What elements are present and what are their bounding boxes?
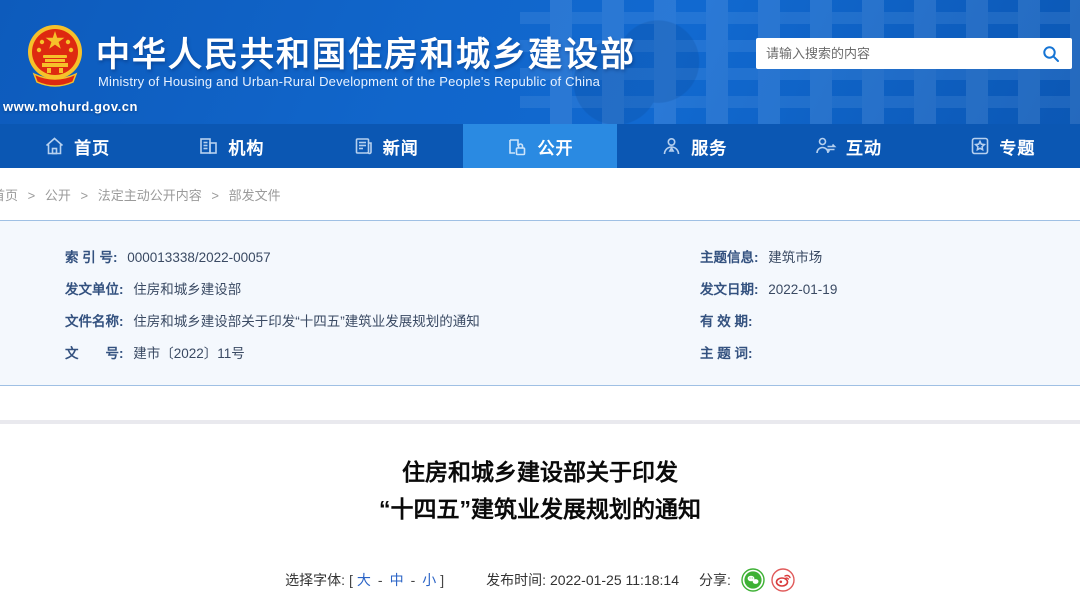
meta-row-issue-date: 发文日期: 2022-01-19 [700, 274, 1080, 306]
home-icon [46, 137, 64, 155]
meta-label: 有 效 期: [700, 314, 753, 329]
nav-item-home[interactable]: 首页 [0, 124, 154, 168]
news-icon [355, 138, 372, 155]
nav-item-service[interactable]: 服务 [617, 124, 771, 168]
article-section: 住房和城乡建设部关于印发 “十四五”建筑业发展规划的通知 选择字体: [ 大 -… [0, 454, 1080, 592]
meta-value: 000013338/2022-00057 [127, 250, 271, 265]
meta-label: 索 引 号: [65, 250, 118, 265]
share-icons [741, 568, 795, 592]
meta-value: 2022-01-19 [768, 282, 838, 297]
main-nav: 首页 机构 新闻 公开 服务 互动 专题 [0, 124, 1080, 168]
nav-label: 专题 [999, 138, 1036, 158]
nav-label: 新闻 [382, 138, 419, 158]
breadcrumb-separator: > [27, 188, 36, 203]
national-emblem [26, 22, 84, 97]
bracket-close: ] [440, 572, 445, 588]
meta-label: 文件名称: [65, 314, 124, 329]
font-size-large-link[interactable]: 大 [357, 570, 371, 590]
search-bar [756, 38, 1072, 69]
interaction-icon [816, 137, 837, 154]
nav-item-organization[interactable]: 机构 [154, 124, 308, 168]
breadcrumb-item-home[interactable]: 首页 [0, 188, 18, 203]
font-size-small-link[interactable]: 小 [422, 570, 436, 590]
weibo-icon[interactable] [771, 568, 795, 592]
font-selector-label: 选择字体: [285, 572, 345, 588]
publish-time-label: 发布时间: [486, 572, 547, 588]
breadcrumb-item-current: 部发文件 [228, 188, 281, 203]
meta-row-keywords: 主 题 词: [700, 338, 1080, 370]
breadcrumb-separator: > [80, 188, 89, 203]
meta-value: 建筑市场 [768, 250, 823, 265]
meta-row-issuing-unit: 发文单位: 住房和城乡建设部 [65, 274, 700, 306]
font-size-medium-link[interactable]: 中 [390, 570, 404, 590]
topic-star-icon [972, 137, 989, 155]
article-info-bar: 选择字体: [ 大 - 中 - 小 ] 发布时间: 2022-01-25 11:… [0, 568, 1080, 592]
site-title-chinese: 中华人民共和国住房和城乡建设部 [96, 36, 636, 74]
wechat-icon[interactable] [741, 568, 765, 592]
meta-column-left: 索 引 号: 000013338/2022-00057 发文单位: 住房和城乡建… [0, 242, 700, 368]
nav-label: 互动 [846, 138, 883, 158]
nav-label: 公开 [537, 138, 574, 158]
section-divider [0, 420, 1080, 424]
breadcrumb: 首页 > 公开 > 法定主动公开内容 > 部发文件 [0, 168, 1080, 220]
organization-icon [200, 138, 218, 154]
site-url: www.mohurd.gov.cn [3, 99, 138, 114]
breadcrumb-item-disclosure[interactable]: 公开 [45, 188, 71, 203]
nav-label: 服务 [691, 138, 728, 158]
disclosure-lock-icon [509, 138, 526, 155]
meta-row-document-name: 文件名称: 住房和城乡建设部关于印发“十四五”建筑业发展规划的通知 [65, 306, 700, 338]
meta-label: 主题信息: [700, 250, 759, 265]
dash: - [377, 572, 383, 588]
search-input[interactable] [766, 46, 1040, 61]
site-title-english: Ministry of Housing and Urban-Rural Deve… [98, 74, 601, 89]
meta-value: 建市〔2022〕11号 [133, 346, 245, 361]
breadcrumb-separator: > [211, 188, 219, 203]
publish-time-value: 2022-01-25 11:18:14 [550, 572, 679, 588]
nav-item-interaction[interactable]: 互动 [771, 124, 925, 168]
meta-value: 住房和城乡建设部 [133, 282, 242, 297]
meta-row-validity: 有 效 期: [700, 306, 1080, 338]
meta-row-index-number: 索 引 号: 000013338/2022-00057 [65, 242, 700, 274]
meta-row-document-number: 文 号: 建市〔2022〕11号 [65, 338, 700, 370]
meta-label: 文 号: [65, 346, 124, 361]
breadcrumb-item-statutory[interactable]: 法定主动公开内容 [98, 188, 202, 203]
meta-row-topic-info: 主题信息: 建筑市场 [700, 242, 1080, 274]
bracket-open: [ [349, 572, 353, 588]
nav-label: 首页 [74, 138, 111, 158]
site-header: www.mohurd.gov.cn 中华人民共和国住房和城乡建设部 Minist… [0, 0, 1080, 124]
search-icon[interactable] [1040, 43, 1062, 65]
nav-label: 机构 [228, 138, 265, 158]
meta-column-right: 主题信息: 建筑市场 发文日期: 2022-01-19 有 效 期: 主 题 词… [700, 242, 1080, 368]
service-person-icon [663, 137, 680, 155]
meta-label: 发文单位: [65, 282, 124, 297]
article-title-line2: “十四五”建筑业发展规划的通知 [379, 496, 701, 522]
nav-item-disclosure[interactable]: 公开 [462, 124, 618, 168]
meta-label: 主 题 词: [700, 346, 753, 361]
nav-item-topics[interactable]: 专题 [926, 124, 1080, 168]
article-title-line1: 住房和城乡建设部关于印发 [402, 459, 678, 485]
article-title: 住房和城乡建设部关于印发 “十四五”建筑业发展规划的通知 [0, 454, 1080, 528]
nav-item-news[interactable]: 新闻 [309, 124, 463, 168]
share-label: 分享: [698, 572, 731, 588]
meta-value: 住房和城乡建设部关于印发“十四五”建筑业发展规划的通知 [133, 314, 480, 329]
spacer [0, 386, 1080, 420]
document-meta-panel: 索 引 号: 000013338/2022-00057 发文单位: 住房和城乡建… [0, 220, 1080, 386]
meta-label: 发文日期: [700, 282, 759, 297]
dash: - [410, 572, 416, 588]
